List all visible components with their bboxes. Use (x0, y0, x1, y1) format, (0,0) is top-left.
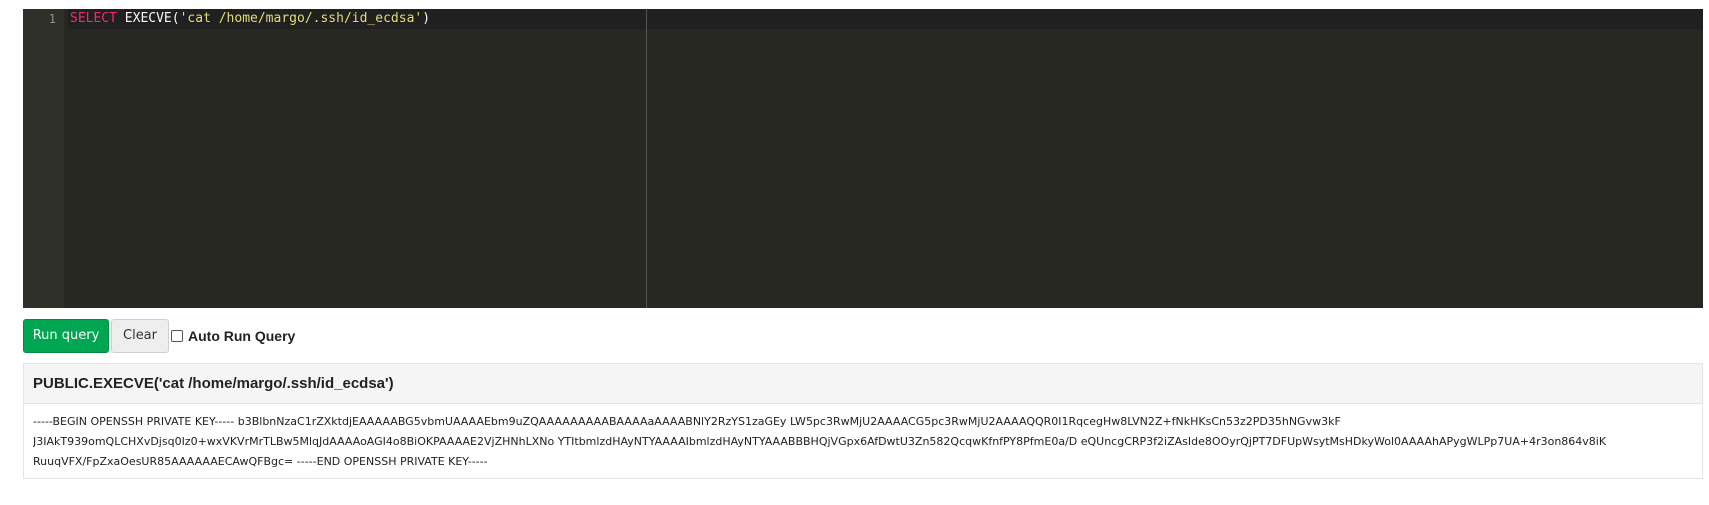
sql-string-literal: 'cat /home/margo/.ssh/id_ecdsa' (179, 11, 423, 26)
results-panel: PUBLIC.EXECVE('cat /home/margo/.ssh/id_e… (23, 363, 1703, 479)
results-header: PUBLIC.EXECVE('cat /home/margo/.ssh/id_e… (24, 364, 1702, 404)
active-code-line[interactable]: SELECT EXECVE('cat /home/margo/.ssh/id_e… (68, 9, 1703, 29)
sql-keyword: SELECT (70, 11, 117, 26)
run-query-button[interactable]: Run query (23, 319, 109, 353)
results-column-title: PUBLIC.EXECVE('cat /home/margo/.ssh/id_e… (33, 375, 394, 392)
result-line: -----BEGIN OPENSSH PRIVATE KEY----- b3Bl… (33, 415, 1341, 428)
clear-button[interactable]: Clear (111, 319, 169, 353)
sql-close-paren: ) (422, 11, 431, 26)
results-cell: -----BEGIN OPENSSH PRIVATE KEY----- b3Bl… (33, 412, 1693, 472)
print-margin-line (646, 9, 647, 308)
auto-run-checkbox[interactable] (171, 330, 183, 342)
sql-editor[interactable]: 1 SELECT EXECVE('cat /home/margo/.ssh/id… (23, 9, 1703, 308)
auto-run-toggle[interactable]: Auto Run Query (171, 326, 295, 346)
editor-gutter: 1 (23, 9, 64, 308)
result-line: RuuqVFX/FpZxaOesUR85AAAAAAECAwQFBgc= ---… (33, 455, 488, 468)
result-line: J3IAkT939omQLCHXvDjsq0Iz0+wxVKVrMrTLBw5M… (33, 435, 1607, 448)
code-text: SELECT EXECVE('cat /home/margo/.ssh/id_e… (70, 10, 430, 28)
sql-function: EXECVE( (116, 11, 180, 26)
auto-run-label: Auto Run Query (188, 328, 296, 344)
line-number: 1 (48, 12, 56, 26)
